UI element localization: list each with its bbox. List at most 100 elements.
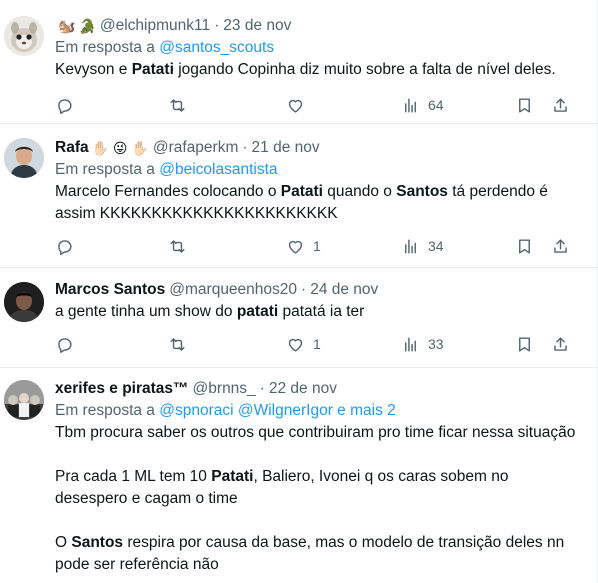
tweet-header: Marcos Santos @marqueenhos20 · 24 de nov — [55, 279, 578, 301]
chipmunk-emoji: 🐿️ — [58, 18, 76, 34]
reply-context: Em resposta a @santos_scouts — [55, 37, 578, 59]
bookmark-button[interactable] — [515, 93, 534, 117]
share-icon — [554, 97, 567, 112]
reply-icon — [58, 337, 72, 353]
retweet-icon — [170, 337, 185, 351]
avatar[interactable] — [4, 282, 44, 322]
display-name[interactable]: xerifes e piratas™ — [55, 378, 189, 400]
text-segment: Pra cada 1 ML tem 10 — [55, 468, 212, 485]
like-button[interactable]: 1 — [286, 234, 321, 258]
bookmark-button[interactable] — [515, 234, 534, 258]
text-segment: O — [55, 534, 72, 551]
tweet-paragraph: Pra cada 1 ML tem 10 Patati, Baliero, Iv… — [55, 466, 578, 510]
user-handle[interactable]: @brnns_ — [193, 378, 256, 400]
group-photo-avatar-icon — [4, 380, 44, 420]
display-name[interactable]: Marcos Santos — [55, 279, 165, 301]
tweet[interactable]: Marcos Santos @marqueenhos20 · 24 de nov… — [0, 268, 597, 368]
reply-prefix: Em resposta a — [55, 402, 155, 419]
tweet-header: xerifes e piratas™ @brnns_ · 22 de nov — [55, 378, 578, 400]
name-emoji: ✋🏻 😜 ✋🏻 — [91, 140, 149, 156]
separator-dot: · — [214, 17, 220, 34]
like-button[interactable] — [286, 93, 305, 117]
user-handle[interactable]: @marqueenhos20 — [169, 279, 297, 301]
bookmark-button[interactable] — [515, 332, 534, 356]
tweet-actions: 1 33 — [55, 332, 575, 356]
share-icon — [554, 238, 567, 253]
reply-mention-link[interactable]: @santos_scouts — [159, 39, 274, 56]
share-button[interactable] — [551, 234, 570, 258]
user-handle[interactable]: @rafaperkm — [153, 137, 239, 159]
chipmunk-avatar-icon — [4, 16, 44, 56]
separator-dot: · — [242, 139, 248, 156]
user-photo-avatar-icon — [4, 282, 44, 322]
views-count: 64 — [428, 97, 444, 113]
like-count: 1 — [313, 238, 321, 254]
reply-icon — [58, 98, 72, 114]
reply-button[interactable] — [55, 332, 74, 356]
views-button[interactable]: 34 — [401, 234, 444, 258]
text-segment: a gente tinha um show do — [55, 303, 237, 320]
retweet-button[interactable] — [168, 234, 187, 258]
text-segment: patatá ia ter — [278, 303, 365, 320]
tweet[interactable]: Rafa ✋🏻 😜 ✋🏻 @rafaperkm · 21 de nov Em r… — [0, 124, 597, 268]
bookmark-icon — [519, 238, 530, 254]
bookmark-icon — [519, 97, 530, 113]
tweet-text: Tbm procura saber os outros que contribu… — [55, 422, 578, 576]
views-icon — [405, 336, 416, 352]
display-name[interactable]: Rafa — [55, 137, 89, 159]
views-icon — [405, 238, 416, 254]
text-bold-segment: Santos — [71, 534, 124, 551]
views-button[interactable]: 64 — [401, 93, 444, 117]
avatar[interactable] — [4, 16, 44, 56]
tweet-actions: 64 — [55, 93, 575, 117]
tweet-text: Marcelo Fernandes colocando o Patati qua… — [55, 181, 578, 225]
reply-mention-link[interactable]: @beicolasantista — [159, 161, 277, 178]
reply-mention-link[interactable]: @spnoraci @WilgnerIgor e mais 2 — [159, 402, 396, 419]
share-button[interactable] — [551, 332, 570, 356]
tweet-text: a gente tinha um show do patati patatá i… — [55, 301, 578, 323]
reply-context: Em resposta a @spnoraci @WilgnerIgor e m… — [55, 400, 578, 422]
tweet-paragraph: Tbm procura saber os outros que contribu… — [55, 422, 578, 444]
reply-context: Em resposta a @beicolasantista — [55, 159, 578, 181]
views-button[interactable]: 33 — [401, 332, 444, 356]
tweet-date[interactable]: 21 de nov — [252, 137, 320, 159]
tweet-text: Kevyson e Patati jogando Copinha diz mui… — [55, 59, 578, 81]
retweet-button[interactable] — [168, 332, 187, 356]
text-segment: jogando Copinha diz muito sobre a falta … — [173, 61, 556, 78]
tweet-date[interactable]: 22 de nov — [269, 378, 337, 400]
text-bold-segment: Patati — [280, 183, 323, 200]
avatar[interactable] — [4, 138, 44, 178]
user-handle[interactable]: @elchipmunk11 — [100, 15, 210, 37]
text-segment: quando o — [322, 183, 397, 200]
tweet-paragraph: O Santos respira por causa da base, mas … — [55, 532, 578, 576]
retweet-button[interactable] — [168, 93, 187, 117]
reply-button[interactable] — [55, 234, 74, 258]
tweet[interactable]: 🐿️ 🐊 @elchipmunk11 · 23 de nov Em respos… — [0, 0, 597, 124]
text-bold-segment: Patati — [131, 61, 174, 78]
retweet-icon — [170, 98, 185, 112]
share-icon — [554, 336, 567, 351]
views-count: 34 — [428, 238, 444, 254]
reply-prefix: Em resposta a — [55, 39, 155, 56]
avatar[interactable] — [4, 380, 44, 420]
text-bold-segment: Patati — [211, 468, 254, 485]
crocodile-emoji: 🐊 — [78, 18, 96, 34]
views-icon — [405, 97, 416, 113]
share-button[interactable] — [551, 93, 570, 117]
text-bold-segment: Santos — [396, 183, 448, 200]
text-segment: respira por causa da base, mas o modelo … — [55, 534, 565, 573]
tweet-header: 🐿️ 🐊 @elchipmunk11 · 23 de nov — [55, 15, 578, 37]
tweet-feed: 🐿️ 🐊 @elchipmunk11 · 23 de nov Em respos… — [0, 0, 598, 583]
tweet-date[interactable]: 24 de nov — [310, 279, 378, 301]
retweet-icon — [170, 239, 185, 253]
like-button[interactable]: 1 — [286, 332, 321, 356]
like-count: 1 — [313, 336, 321, 352]
like-icon — [288, 338, 303, 352]
separator-dot: · — [301, 281, 307, 298]
tweet[interactable]: xerifes e piratas™ @brnns_ · 22 de nov E… — [0, 368, 597, 583]
reply-prefix: Em resposta a — [55, 161, 155, 178]
reply-button[interactable] — [55, 93, 74, 117]
tweet-date[interactable]: 23 de nov — [223, 15, 291, 37]
reply-icon — [58, 239, 72, 255]
like-icon — [288, 99, 303, 113]
